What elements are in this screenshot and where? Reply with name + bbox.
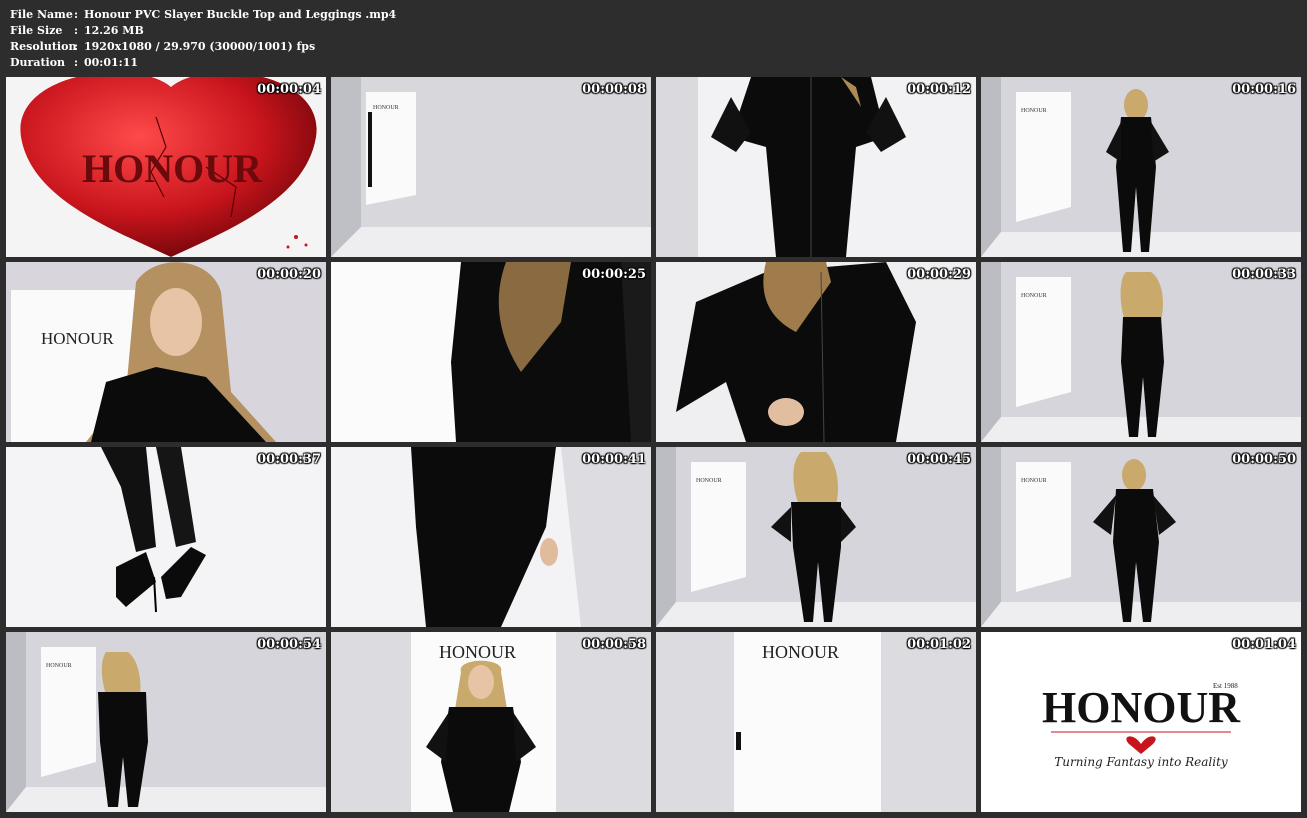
separator: :: [74, 40, 79, 53]
door-brand-text: HONOUR: [696, 478, 722, 484]
frame-back-pose: HONOUR: [656, 447, 976, 627]
frame-portrait-sign: HONOUR: [6, 262, 326, 442]
frame-back-closeup: [331, 262, 651, 442]
frame-walking-closeup: [331, 447, 651, 627]
timestamp: 00:00:54: [257, 637, 321, 652]
resolution-value: 1920x1080 / 29.970 (30000/1001) fps: [84, 40, 316, 53]
frame-full-body: HONOUR: [981, 77, 1301, 257]
frame-heels: [6, 447, 326, 627]
door-brand-text: HONOUR: [46, 663, 72, 669]
timestamp: 00:00:12: [907, 82, 971, 97]
thumbnail[interactable]: HONOUR 00:00:45: [656, 447, 976, 627]
timestamp: 00:00:16: [1232, 82, 1296, 97]
thumbnail[interactable]: 00:00:25: [331, 262, 651, 442]
thumbnail[interactable]: 00:00:37: [6, 447, 326, 627]
thumbnail[interactable]: 00:00:29: [656, 262, 976, 442]
timestamp: 00:00:50: [1232, 452, 1296, 467]
thumbnail[interactable]: HONOUR 00:01:02: [656, 632, 976, 812]
frame-empty-sign: HONOUR: [656, 632, 976, 812]
file-size-value: 12.26 MB: [84, 24, 144, 37]
resolution-row: Resolution : 1920x1080 / 29.970 (30000/1…: [10, 39, 396, 55]
thumbnail[interactable]: Est 1988 HONOUR Turning Fantasy into Rea…: [981, 632, 1301, 812]
file-size-label: File Size: [10, 24, 63, 37]
door-brand-text: HONOUR: [1021, 108, 1047, 114]
heart-brand-text: HONOUR: [82, 146, 263, 191]
frame-studio-room: HONOUR: [331, 77, 651, 257]
frame-walking-away: HONOUR: [6, 632, 326, 812]
resolution-label: Resolution: [10, 40, 77, 53]
thumbnail[interactable]: HONOUR 00:00:04: [6, 77, 326, 257]
sign-brand-text: HONOUR: [41, 329, 114, 348]
thumbnail[interactable]: 00:00:12: [656, 77, 976, 257]
timestamp: 00:00:33: [1232, 267, 1296, 282]
duration-value: 00:01:11: [84, 56, 139, 69]
file-name-value: Honour PVC Slayer Buckle Top and Legging…: [84, 8, 397, 21]
sign-brand-text: HONOUR: [439, 642, 516, 662]
thumbnail[interactable]: HONOUR 00:00:20: [6, 262, 326, 442]
thumbnail-grid: HONOUR 00:00:04 HONOUR 00:00:08 00:00:12: [6, 77, 1301, 812]
file-info-header: File Name : Honour PVC Slayer Buckle Top…: [10, 7, 396, 71]
door-brand-text: HONOUR: [1021, 478, 1047, 484]
timestamp: 00:00:37: [257, 452, 321, 467]
frame-torso-closeup: [656, 77, 976, 257]
logo-brand-text: HONOUR: [1042, 683, 1241, 732]
timestamp: 00:00:29: [907, 267, 971, 282]
timestamp: 00:00:20: [257, 267, 321, 282]
file-name-row: File Name : Honour PVC Slayer Buckle Top…: [10, 7, 396, 23]
timestamp: 00:01:04: [1232, 637, 1296, 652]
thumbnail[interactable]: HONOUR 00:00:33: [981, 262, 1301, 442]
door-brand-text: HONOUR: [373, 105, 399, 111]
timestamp: 00:00:04: [257, 82, 321, 97]
timestamp: 00:00:58: [582, 637, 646, 652]
door-brand-text: HONOUR: [1021, 293, 1047, 299]
frame-heart-logo: HONOUR: [6, 77, 326, 257]
timestamp: 00:00:25: [582, 267, 646, 282]
timestamp: 00:00:45: [907, 452, 971, 467]
sign-brand-text: HONOUR: [762, 642, 839, 662]
timestamp: 00:00:08: [582, 82, 646, 97]
duration-row: Duration : 00:01:11: [10, 55, 396, 71]
separator: :: [74, 56, 79, 69]
frame-hip-closeup: [656, 262, 976, 442]
logo-tagline: Turning Fantasy into Reality: [1054, 755, 1228, 769]
thumbnail[interactable]: HONOUR 00:00:16: [981, 77, 1301, 257]
thumbnail[interactable]: HONOUR 00:00:50: [981, 447, 1301, 627]
file-name-label: File Name: [10, 8, 73, 21]
thumbnail[interactable]: HONOUR 00:00:08: [331, 77, 651, 257]
frame-back-view: HONOUR: [981, 262, 1301, 442]
thumbnail[interactable]: 00:00:41: [331, 447, 651, 627]
separator: :: [74, 8, 79, 21]
duration-label: Duration: [10, 56, 66, 69]
frame-end-logo: Est 1988 HONOUR Turning Fantasy into Rea…: [981, 632, 1301, 812]
timestamp: 00:00:41: [582, 452, 646, 467]
thumbnail[interactable]: HONOUR 00:00:58: [331, 632, 651, 812]
frame-front-pose: HONOUR: [981, 447, 1301, 627]
thumbnail[interactable]: HONOUR 00:00:54: [6, 632, 326, 812]
separator: :: [74, 24, 79, 37]
frame-front-sign: HONOUR: [331, 632, 651, 812]
file-size-row: File Size : 12.26 MB: [10, 23, 396, 39]
timestamp: 00:01:02: [907, 637, 971, 652]
